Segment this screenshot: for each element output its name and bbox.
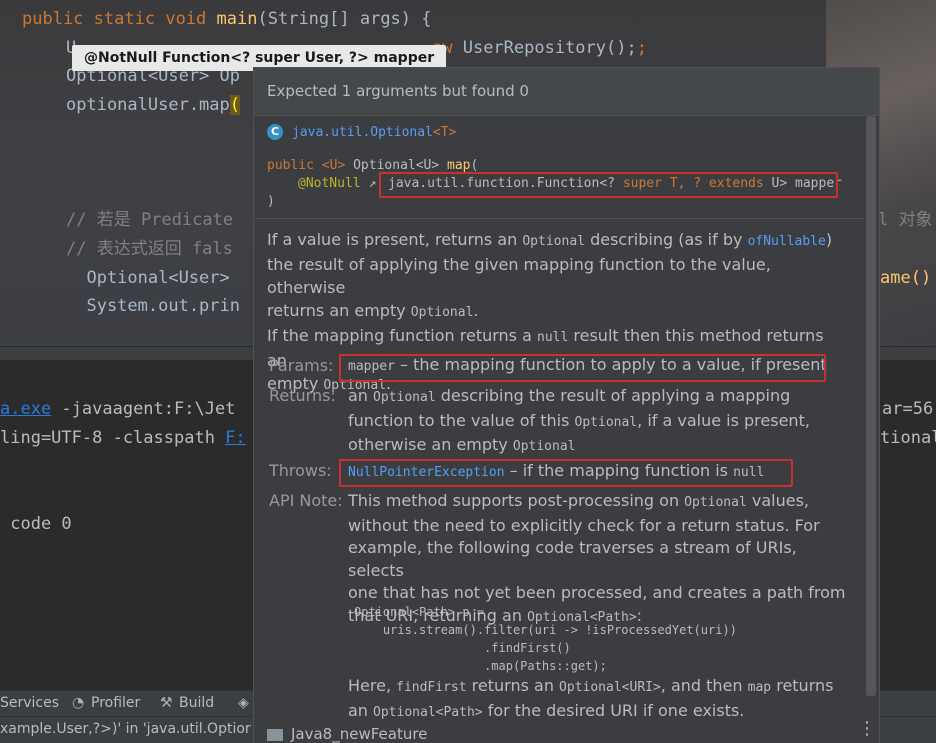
- throws-highlight-box: [339, 459, 793, 487]
- folder-icon: [267, 728, 283, 741]
- code-line-println: System.out.prin: [66, 296, 240, 316]
- code-line-optional-2: Optional<User>: [66, 268, 230, 288]
- profiler-icon: ◔: [72, 695, 85, 711]
- doc-module-footer[interactable]: Java8_newFeature: [267, 725, 427, 743]
- profiler-tab[interactable]: ◔ Profiler: [72, 695, 140, 711]
- console-exit-code: code 0: [0, 514, 72, 534]
- services-tab[interactable]: Services: [0, 695, 59, 711]
- api-note-explanation: Here, findFirst returns an Optional<URI>…: [348, 676, 834, 720]
- signature-line-3: ): [267, 194, 275, 209]
- doc-content[interactable]: C java.util.Optional<T> public <U> Optio…: [254, 116, 864, 743]
- signature-annotation: @NotNull ↗: [298, 176, 377, 191]
- returns-value: an Optional describing the result of app…: [348, 386, 810, 454]
- status-message: xample.User,?>)' in 'java.util.Optior: [0, 721, 251, 737]
- returns-label: Returns:: [269, 386, 336, 405]
- code-comment-1: // 若是 Predicate: [66, 210, 234, 230]
- code-comment-2: // 表达式返回 fals: [66, 239, 233, 259]
- console-line-1: a.exe -javaagent:F:\Jet: [0, 399, 236, 419]
- hammer-icon: ⚒: [160, 695, 173, 711]
- code-comment-1-right: l 对象: [878, 210, 933, 230]
- doc-scrollbar[interactable]: [866, 116, 876, 696]
- code-line-optional-2-right: ame(): [880, 268, 932, 288]
- code-line-repo-end: ew UserRepository();;: [432, 38, 647, 58]
- signature-line-1: public <U> Optional<U> map(: [267, 158, 479, 173]
- api-note-label: API Note:: [269, 491, 343, 510]
- error-message-bar: Expected 1 arguments but found 0: [254, 68, 879, 116]
- console-line-2-right: tional: [880, 428, 936, 448]
- params-highlight-box: [339, 354, 826, 382]
- params-label: Params:: [269, 356, 334, 375]
- signature-highlight-box: [379, 172, 838, 198]
- console-line-2: ling=UTF-8 -classpath F:: [0, 428, 246, 448]
- build-tab[interactable]: ⚒ Build: [160, 695, 214, 711]
- throws-label: Throws:: [269, 461, 332, 480]
- class-icon: C: [267, 124, 283, 140]
- doc-class-link[interactable]: java.util.Optional<T>: [292, 125, 456, 140]
- console-classpath-link[interactable]: F:: [225, 428, 245, 448]
- console-exe-link[interactable]: a.exe: [0, 399, 51, 419]
- api-note-code-example: Optional<Path> p = uris.stream().filter(…: [354, 605, 737, 673]
- code-line-map-call: optionalUser.map(: [66, 95, 241, 115]
- console-line-1-right: ar=56: [882, 399, 934, 419]
- external-link-icon: ↗: [368, 176, 377, 191]
- doc-divider: [254, 218, 864, 219]
- quick-documentation-popup[interactable]: Expected 1 arguments but found 0 C java.…: [253, 67, 880, 743]
- more-options-icon[interactable]: ⋮: [858, 718, 876, 739]
- ofnullable-link[interactable]: ofNullable: [748, 234, 826, 249]
- code-line-main: public static void main(String[] args) {: [22, 9, 432, 29]
